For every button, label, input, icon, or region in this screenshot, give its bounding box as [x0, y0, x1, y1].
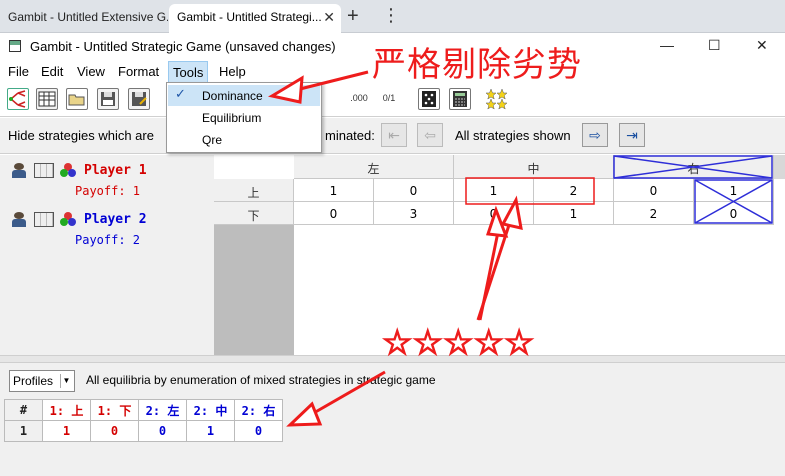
player-1-payoff: Payoff: 1	[75, 184, 141, 198]
stars-icon[interactable]	[485, 88, 508, 110]
window-title: Gambit - Untitled Strategic Game (unsave…	[30, 39, 336, 54]
profiles-dropdown-value: Profiles	[13, 374, 54, 388]
tab-extensive-game[interactable]: Gambit - Untitled Extensive G...	[0, 4, 168, 33]
dominated-label: minated:	[325, 128, 375, 143]
profiles-table: # 1: 上 1: 下 2: 左 2: 中 2: 右 1 1 0 0 1 0	[4, 399, 283, 442]
payoff-cell[interactable]: 0	[614, 179, 694, 202]
menu-tools[interactable]: Tools	[168, 61, 209, 84]
profiles-header-row: # 1: 上 1: 下 2: 左 2: 中 2: 右	[4, 399, 283, 421]
col-header-middle[interactable]: 中	[454, 155, 614, 179]
menu-edit[interactable]: Edit	[41, 64, 63, 79]
first-level-button[interactable]: ⇤	[381, 123, 407, 147]
menu-item-dominance[interactable]: ✓ Dominance	[168, 85, 320, 106]
menu-item-equilibrium[interactable]: Equilibrium	[168, 107, 320, 128]
strategies-shown-status: All strategies shown	[455, 128, 571, 143]
chevron-down-icon: ▼	[60, 374, 72, 388]
player-1-person-icon[interactable]	[12, 163, 26, 179]
profile-value: 1	[42, 420, 91, 442]
profile-col-header: 2: 左	[138, 399, 187, 421]
col-header-left[interactable]: 左	[294, 155, 454, 179]
payoff-cell[interactable]: 0	[374, 179, 454, 202]
pane-splitter[interactable]	[0, 355, 785, 363]
menu-item-qre[interactable]: Qre	[168, 129, 320, 150]
row-header-up[interactable]: 上	[214, 179, 294, 202]
row-header-down[interactable]: 下	[214, 202, 294, 225]
hide-strategies-label: Hide strategies which are	[8, 128, 154, 143]
menu-help[interactable]: Help	[219, 64, 246, 79]
profile-col-header: 2: 中	[186, 399, 235, 421]
matrix-scrollbar[interactable]	[774, 155, 785, 179]
player-2-strategy-icon[interactable]	[34, 212, 54, 227]
payoff-cell[interactable]: 0	[294, 202, 374, 225]
equilibria-description: All equilibria by enumeration of mixed s…	[86, 373, 436, 387]
new-tab-icon[interactable]: +	[347, 5, 359, 28]
decimal-icon[interactable]: .000	[348, 88, 370, 110]
save-as-icon[interactable]	[128, 88, 150, 110]
empty-area	[214, 225, 294, 355]
profile-col-header: 2: 右	[234, 399, 283, 421]
minimize-icon[interactable]: —	[660, 37, 674, 53]
payoff-cell[interactable]: 1	[694, 179, 774, 202]
profile-index: 1	[4, 420, 43, 442]
payoff-cell[interactable]: 2	[614, 202, 694, 225]
payoff-cell[interactable]: 0	[454, 202, 534, 225]
gambit-app-icon	[9, 40, 21, 52]
profiles-dropdown[interactable]: Profiles ▼	[9, 370, 75, 392]
tab-label: Gambit - Untitled Extensive G...	[8, 10, 168, 24]
profile-index-header: #	[4, 399, 43, 421]
menu-item-label: Dominance	[202, 89, 263, 103]
payoff-cell[interactable]: 2	[534, 179, 614, 202]
payoff-cell[interactable]: 0	[694, 202, 774, 225]
table-icon[interactable]	[36, 88, 58, 110]
profile-value: 0	[90, 420, 139, 442]
maximize-icon[interactable]: ☐	[708, 37, 721, 54]
menu-item-label: Qre	[202, 133, 223, 147]
player-1-name[interactable]: Player 1	[84, 163, 147, 178]
player-pane: Player 1 Payoff: 1 Player 2 Payoff: 2	[0, 155, 214, 355]
profile-value: 1	[186, 420, 235, 442]
tab-label: Gambit - Untitled Strategi...	[177, 10, 322, 24]
last-level-button[interactable]: ⇥	[619, 123, 645, 147]
open-folder-icon[interactable]	[66, 88, 88, 110]
previous-level-button[interactable]: ⇦	[417, 123, 443, 147]
dominance-bar: Hide strategies which are minated: ⇤ ⇦ A…	[0, 118, 785, 154]
profile-value: 0	[234, 420, 283, 442]
menu-view[interactable]: View	[77, 64, 105, 79]
more-options-icon[interactable]: ⋮	[382, 5, 400, 26]
table-row[interactable]: 1 1 0 0 1 0	[4, 420, 283, 442]
save-icon[interactable]	[97, 88, 119, 110]
annotation-title: 严格剔除劣势	[372, 45, 582, 85]
player-2-payoff: Payoff: 2	[75, 233, 141, 247]
rational-icon[interactable]: 0/1	[378, 88, 400, 110]
dice-icon[interactable]	[418, 88, 440, 110]
profiles-panel: Profiles ▼ All equilibria by enumeration…	[0, 363, 785, 476]
profile-value: 0	[138, 420, 187, 442]
next-level-button[interactable]: ⇨	[582, 123, 608, 147]
player-2-name[interactable]: Player 2	[84, 212, 147, 227]
payoff-cell[interactable]: 1	[454, 179, 534, 202]
payoff-cell[interactable]: 3	[374, 202, 454, 225]
tab-strategic-game[interactable]: Gambit - Untitled Strategi... ✕	[169, 4, 341, 33]
profile-col-header: 1: 上	[42, 399, 91, 421]
player-1-color-icon[interactable]	[60, 163, 76, 177]
check-icon: ✓	[175, 86, 186, 101]
player-1-strategy-icon[interactable]	[34, 163, 54, 178]
col-header-right[interactable]: 右	[614, 155, 774, 179]
menu-format[interactable]: Format	[118, 64, 159, 79]
toolbar: .000 0/1	[0, 83, 785, 117]
close-window-icon[interactable]: ✕	[756, 37, 768, 54]
payoff-cell[interactable]: 1	[294, 179, 374, 202]
tree-icon[interactable]	[7, 88, 29, 110]
profile-col-header: 1: 下	[90, 399, 139, 421]
calculator-icon[interactable]	[449, 88, 471, 110]
menu-item-label: Equilibrium	[202, 111, 262, 125]
player-2-color-icon[interactable]	[60, 212, 76, 226]
payoff-cell[interactable]: 1	[534, 202, 614, 225]
menu-file[interactable]: File	[8, 64, 29, 79]
payoff-matrix: 左 中 右 上 1 0 1 2 0 1 下 0 3 0 1 2 0	[214, 155, 785, 355]
browser-tab-bar: Gambit - Untitled Extensive G... Gambit …	[0, 0, 785, 33]
player-2-person-icon[interactable]	[12, 212, 26, 228]
close-tab-icon[interactable]: ✕	[323, 9, 335, 26]
tools-dropdown-menu: ✓ Dominance Equilibrium Qre	[166, 82, 322, 153]
